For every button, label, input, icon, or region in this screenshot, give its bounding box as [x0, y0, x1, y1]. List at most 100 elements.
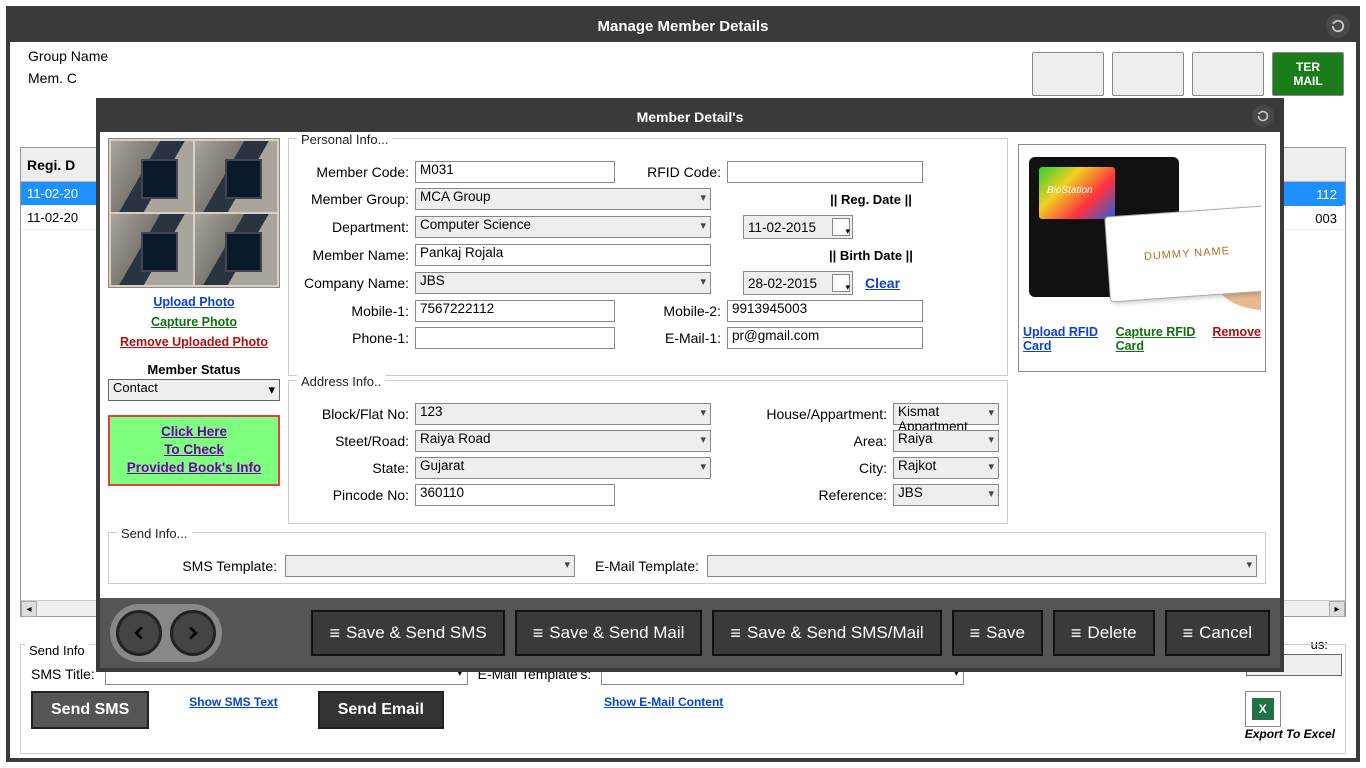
- company-name-combo[interactable]: JBS: [415, 272, 711, 294]
- member-detail-dialog: Member Detail's Upload Photo: [96, 98, 1284, 672]
- cancel-button[interactable]: Cancel: [1165, 610, 1270, 656]
- member-group-label: Member Group:: [297, 191, 409, 207]
- bg-action-buttons: TER MAIL: [1032, 52, 1344, 96]
- check-books-button[interactable]: Click Here To Check Provided Book's Info: [108, 415, 280, 486]
- show-sms-link[interactable]: Show SMS Text: [189, 695, 277, 709]
- table-cell[interactable]: 003: [1276, 206, 1343, 230]
- show-email-link[interactable]: Show E-Mail Content: [604, 695, 723, 709]
- member-name-input[interactable]: Pankaj Rojala: [415, 244, 711, 266]
- member-group-combo[interactable]: MCA Group: [415, 188, 711, 210]
- mobile2-label: Mobile-2:: [643, 303, 721, 319]
- bg-btn-3[interactable]: [1192, 52, 1264, 96]
- mobile2-input[interactable]: 9913945003: [727, 300, 923, 322]
- member-code-input[interactable]: M031: [415, 161, 615, 183]
- filter-email-button[interactable]: TER MAIL: [1272, 52, 1344, 96]
- member-name-label: Member Name:: [297, 247, 409, 263]
- reg-date-picker[interactable]: 11-02-2015: [743, 215, 853, 239]
- table-header-right[interactable]: [1276, 148, 1343, 182]
- phone1-input[interactable]: [415, 327, 615, 349]
- address-info-fieldset: Address Info.. Block/Flat No: 123 House/…: [288, 380, 1008, 524]
- state-combo[interactable]: Gujarat: [415, 457, 711, 479]
- house-combo[interactable]: Kismat Appartment: [893, 403, 999, 425]
- rfid-code-input[interactable]: [727, 161, 923, 183]
- birth-date-picker[interactable]: 28-02-2015: [743, 271, 853, 295]
- sms-template-combo[interactable]: [285, 555, 575, 577]
- area-label: Area:: [737, 433, 887, 449]
- export-excel-icon[interactable]: [1245, 691, 1281, 727]
- delete-button[interactable]: Delete: [1053, 610, 1155, 656]
- photo-thumb[interactable]: [195, 214, 277, 285]
- mem-c-label: Mem. C: [28, 70, 108, 86]
- send-info-legend: Send Info: [25, 643, 89, 658]
- remove-photo-link[interactable]: Remove Uploaded Photo: [108, 332, 280, 352]
- pincode-input[interactable]: 360110: [415, 484, 615, 506]
- list-icon: [329, 623, 338, 644]
- nav-buttons: [110, 604, 222, 662]
- email1-input[interactable]: pr@gmail.com: [727, 327, 923, 349]
- street-combo[interactable]: Raiya Road: [415, 430, 711, 452]
- clear-birthdate-link[interactable]: Clear: [865, 275, 900, 291]
- send-sms-button[interactable]: Send SMS: [31, 691, 149, 729]
- remove-rfid-link[interactable]: Remove: [1212, 325, 1261, 353]
- mobile1-input[interactable]: 7567222112: [415, 300, 615, 322]
- table-right-col: 112 003: [1275, 148, 1343, 616]
- rfid-card-panel: DUMMY NAME Upload RFID Card Capture RFID…: [1018, 144, 1266, 372]
- save-button[interactable]: Save: [952, 610, 1043, 656]
- save-send-sms-button[interactable]: Save & Send SMS: [311, 610, 504, 656]
- capture-photo-link[interactable]: Capture Photo: [108, 312, 280, 332]
- bg-btn-1[interactable]: [1032, 52, 1104, 96]
- main-window: Manage Member Details Group Name Mem. C …: [6, 6, 1360, 762]
- send-email-button[interactable]: Send Email: [318, 691, 444, 729]
- capture-rfid-link[interactable]: Capture RFID Card: [1116, 325, 1213, 353]
- dialog-reload-icon[interactable]: [1252, 105, 1274, 127]
- member-status-combo[interactable]: Contact: [108, 379, 280, 401]
- dialog-footer: Save & Send SMS Save & Send Mail Save & …: [100, 598, 1280, 668]
- dialog-send-info-fieldset: Send Info... SMS Template: E-Mail Templa…: [108, 532, 1266, 584]
- upload-photo-link[interactable]: Upload Photo: [108, 292, 280, 312]
- bg-btn-2[interactable]: [1112, 52, 1184, 96]
- list-icon: [970, 623, 979, 644]
- member-status-label: Member Status: [108, 362, 280, 377]
- calendar-icon[interactable]: [832, 274, 850, 292]
- email-template-combo[interactable]: [707, 555, 1257, 577]
- block-combo[interactable]: 123: [415, 403, 711, 425]
- department-label: Department:: [297, 219, 409, 235]
- block-label: Block/Flat No:: [297, 406, 409, 422]
- group-name-label: Group Name: [28, 48, 108, 64]
- main-title: Manage Member Details: [598, 18, 769, 35]
- street-label: Steet/Road:: [297, 433, 409, 449]
- pincode-label: Pincode No:: [297, 487, 409, 503]
- calendar-icon[interactable]: [832, 218, 850, 236]
- send-info-legend: Send Info...: [117, 526, 192, 541]
- department-combo[interactable]: Computer Science: [415, 216, 711, 238]
- scroll-left-icon[interactable]: ◂: [21, 601, 37, 617]
- reference-combo[interactable]: JBS: [893, 484, 999, 506]
- photo-thumb[interactable]: [111, 141, 193, 212]
- upload-rfid-link[interactable]: Upload RFID Card: [1023, 325, 1116, 353]
- scroll-right-icon[interactable]: ▸: [1329, 601, 1345, 617]
- email1-label: E-Mail-1:: [643, 330, 721, 346]
- dialog-title: Member Detail's: [637, 109, 744, 125]
- save-send-mail-button[interactable]: Save & Send Mail: [515, 610, 703, 656]
- city-combo[interactable]: Rajkot: [893, 457, 999, 479]
- state-label: State:: [297, 460, 409, 476]
- list-icon: [1183, 623, 1192, 644]
- photo-panel: Upload Photo Capture Photo Remove Upload…: [108, 138, 280, 486]
- save-send-both-button[interactable]: Save & Send SMS/Mail: [712, 610, 941, 656]
- reload-icon[interactable]: [1326, 14, 1350, 38]
- next-record-button[interactable]: [170, 610, 216, 656]
- company-name-label: Company Name:: [297, 275, 409, 291]
- sms-template-label: SMS Template:: [117, 558, 277, 574]
- photo-thumb[interactable]: [111, 214, 193, 285]
- house-label: House/Appartment:: [737, 406, 887, 422]
- rfid-card-graphic: DUMMY NAME: [1104, 206, 1261, 303]
- member-code-label: Member Code:: [297, 164, 409, 180]
- rfid-card-image: DUMMY NAME: [1023, 149, 1261, 319]
- table-cell[interactable]: 112: [1276, 182, 1343, 206]
- mobile1-label: Mobile-1:: [297, 303, 409, 319]
- dialog-body: Upload Photo Capture Photo Remove Upload…: [100, 132, 1280, 598]
- prev-record-button[interactable]: [116, 610, 162, 656]
- area-combo[interactable]: Raiya: [893, 430, 999, 452]
- address-legend: Address Info..: [297, 374, 385, 389]
- photo-thumb[interactable]: [195, 141, 277, 212]
